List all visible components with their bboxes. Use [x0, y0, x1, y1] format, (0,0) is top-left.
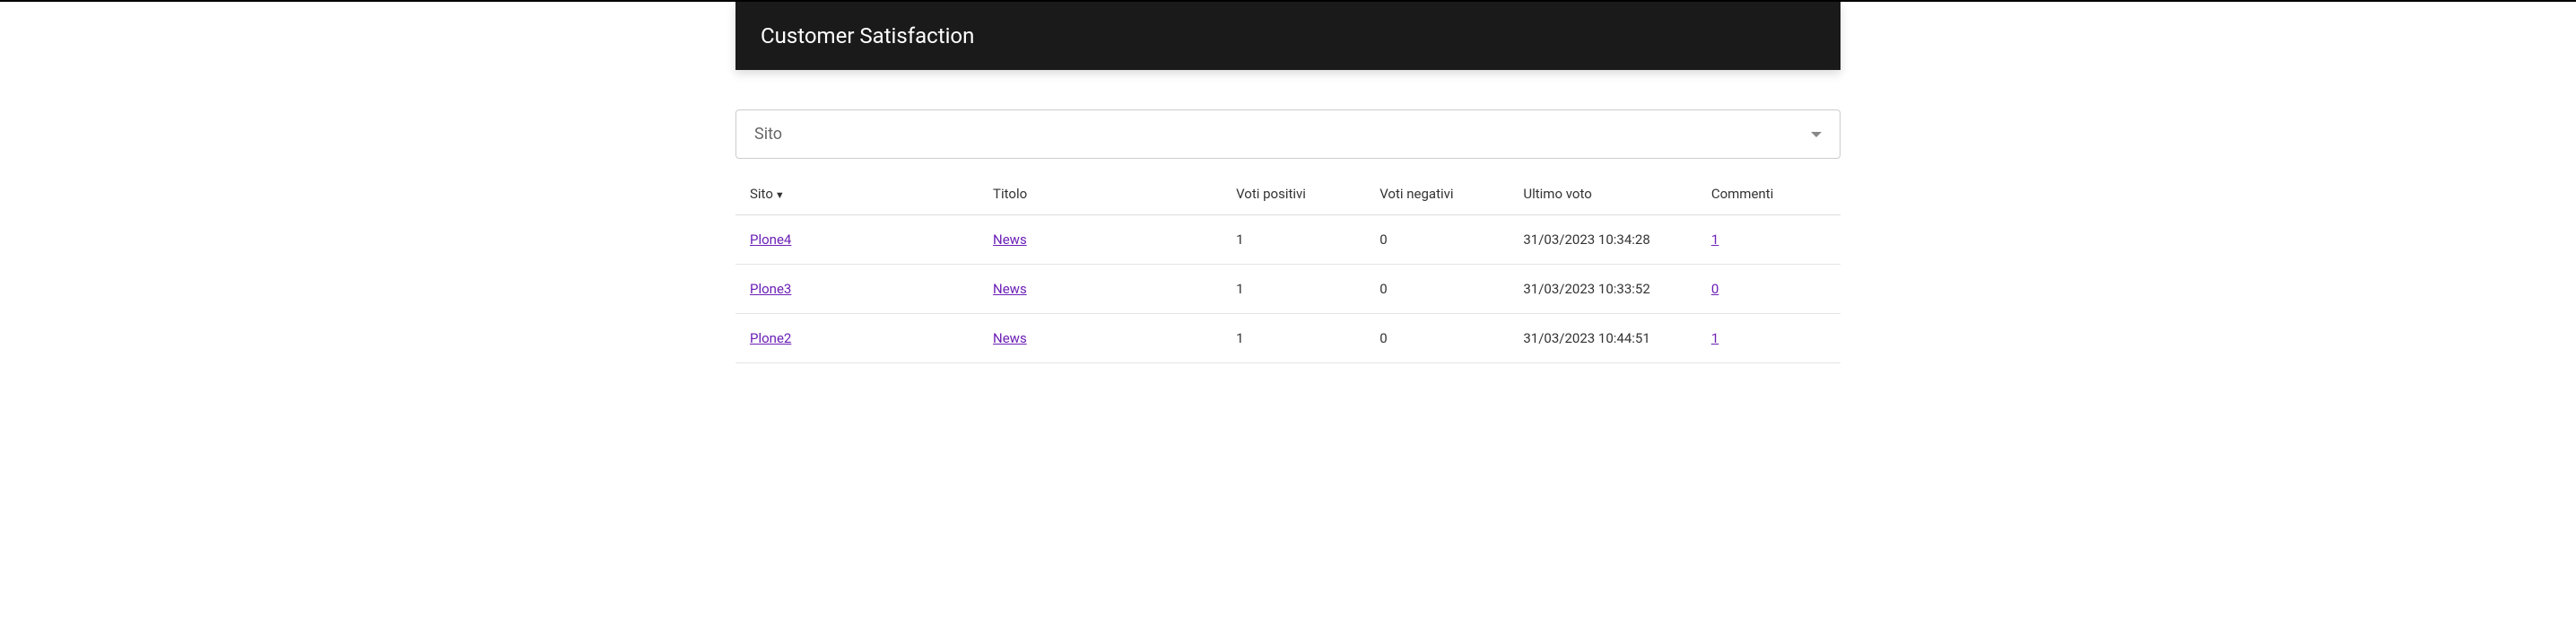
column-label: Sito — [750, 186, 773, 202]
column-header-voti-negativi[interactable]: Voti negativi — [1365, 173, 1509, 215]
column-header-ultimo-voto[interactable]: Ultimo voto — [1509, 173, 1696, 215]
voti-positivi-cell: 1 — [1222, 265, 1365, 314]
column-header-commenti[interactable]: Commenti — [1697, 173, 1841, 215]
sito-filter-select[interactable]: Sito — [735, 109, 1841, 159]
sito-filter-placeholder: Sito — [754, 125, 782, 144]
commenti-link[interactable]: 1 — [1711, 330, 1719, 346]
sito-link[interactable]: Plone2 — [750, 330, 791, 346]
column-label: Commenti — [1711, 186, 1773, 202]
commenti-link[interactable]: 0 — [1711, 281, 1719, 297]
caret-down-icon — [1811, 132, 1822, 137]
column-header-titolo[interactable]: Titolo — [979, 173, 1222, 215]
voti-negativi-cell: 0 — [1365, 314, 1509, 363]
voti-positivi-cell: 1 — [1222, 314, 1365, 363]
voti-positivi-cell: 1 — [1222, 215, 1365, 265]
sort-desc-icon: ▼ — [775, 189, 785, 201]
table-row: Plone2News1031/03/2023 10:44:511 — [735, 314, 1841, 363]
ultimo-voto-cell: 31/03/2023 10:44:51 — [1509, 314, 1696, 363]
column-label: Voti negativi — [1379, 186, 1453, 202]
titolo-link[interactable]: News — [993, 231, 1027, 248]
ultimo-voto-cell: 31/03/2023 10:34:28 — [1509, 215, 1696, 265]
column-header-voti-positivi[interactable]: Voti positivi — [1222, 173, 1365, 215]
table-row: Plone3News1031/03/2023 10:33:520 — [735, 265, 1841, 314]
column-header-sito[interactable]: Sito▼ — [735, 173, 979, 215]
page-title: Customer Satisfaction — [761, 23, 974, 48]
sito-link[interactable]: Plone4 — [750, 231, 791, 248]
voti-negativi-cell: 0 — [1365, 265, 1509, 314]
voti-negativi-cell: 0 — [1365, 215, 1509, 265]
results-table: Sito▼ Titolo Voti positivi Voti negativi… — [735, 173, 1841, 363]
column-label: Ultimo voto — [1523, 186, 1591, 202]
titolo-link[interactable]: News — [993, 330, 1027, 346]
column-label: Voti positivi — [1236, 186, 1306, 202]
table-row: Plone4News1031/03/2023 10:34:281 — [735, 215, 1841, 265]
page-header: Customer Satisfaction — [735, 2, 1841, 70]
titolo-link[interactable]: News — [993, 281, 1027, 297]
column-label: Titolo — [993, 186, 1027, 202]
sito-link[interactable]: Plone3 — [750, 281, 791, 297]
commenti-link[interactable]: 1 — [1711, 231, 1719, 248]
ultimo-voto-cell: 31/03/2023 10:33:52 — [1509, 265, 1696, 314]
